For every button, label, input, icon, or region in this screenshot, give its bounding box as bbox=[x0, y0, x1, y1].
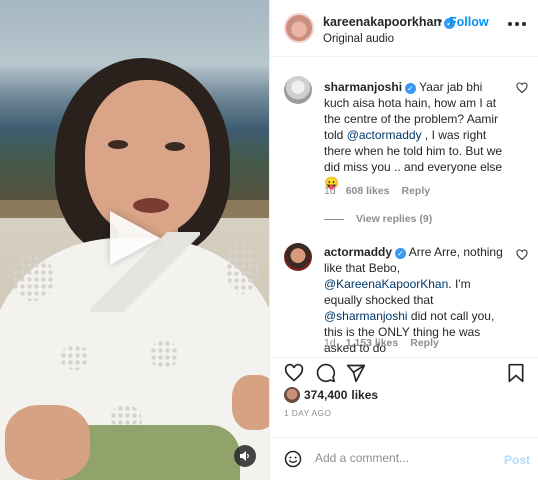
follow-button[interactable]: Follow bbox=[449, 15, 489, 29]
video-eye bbox=[108, 140, 128, 149]
add-comment-bar: Post bbox=[270, 437, 538, 480]
likes-label[interactable]: likes bbox=[351, 388, 378, 402]
view-replies-label[interactable]: View replies (9) bbox=[356, 213, 432, 225]
post-header: kareenakapoorkhan ✓ • Follow Original aud… bbox=[270, 0, 538, 57]
comment-time: 1d bbox=[324, 185, 336, 197]
commenter-avatar[interactable] bbox=[284, 76, 312, 104]
emoji-icon[interactable] bbox=[284, 450, 302, 468]
comment-likes[interactable]: 608 likes bbox=[346, 185, 390, 197]
heart-icon[interactable] bbox=[516, 82, 528, 94]
comments-list[interactable]: sharmanjoshi ✓ Yaar jab bhi kuch aisa hot… bbox=[270, 58, 538, 354]
comment-likes[interactable]: 1,153 likes bbox=[346, 337, 399, 349]
post-side-panel: kareenakapoorkhan ✓ • Follow Original aud… bbox=[269, 0, 538, 480]
video-eye bbox=[165, 142, 185, 151]
likes-count[interactable]: 374,400 bbox=[304, 388, 347, 402]
comment-time: 1d bbox=[324, 337, 336, 349]
save-bookmark-icon[interactable] bbox=[506, 363, 526, 383]
comment-text: sharmanjoshi ✓ Yaar jab bhi kuch aisa hot… bbox=[324, 79, 504, 191]
header-separator: • bbox=[438, 14, 443, 28]
comment-mention[interactable]: @KareenaKapoorKhan bbox=[324, 277, 448, 291]
play-icon[interactable] bbox=[110, 211, 160, 265]
video-lace bbox=[12, 255, 54, 301]
author-avatar[interactable] bbox=[284, 13, 314, 43]
post-timestamp[interactable]: 1 DAY AGO bbox=[284, 408, 331, 418]
author-username-text[interactable]: kareenakapoorkhan bbox=[323, 15, 441, 29]
commenter-username[interactable]: sharmanjoshi bbox=[324, 80, 402, 94]
liker-avatar bbox=[284, 387, 300, 403]
heart-icon[interactable] bbox=[516, 249, 528, 261]
post-comment-button[interactable]: Post bbox=[504, 453, 530, 467]
speaker-icon bbox=[240, 451, 249, 461]
video-hand bbox=[232, 375, 269, 430]
reply-button[interactable]: Reply bbox=[401, 185, 430, 197]
like-heart-icon[interactable] bbox=[284, 363, 304, 383]
author-username[interactable]: kareenakapoorkhan ✓ bbox=[323, 15, 456, 29]
video-hand bbox=[5, 405, 90, 480]
replies-divider bbox=[324, 218, 344, 220]
video-lace bbox=[150, 340, 178, 370]
commenter-avatar[interactable] bbox=[284, 243, 312, 271]
comment-mention[interactable]: @sharmanjoshi bbox=[324, 309, 408, 323]
verified-icon: ✓ bbox=[395, 248, 407, 259]
reply-button[interactable]: Reply bbox=[410, 337, 439, 349]
comment-icon[interactable] bbox=[316, 363, 336, 383]
video-lace bbox=[226, 242, 258, 294]
share-icon[interactable] bbox=[346, 363, 366, 383]
likes-summary[interactable]: 374,400 likes bbox=[284, 386, 378, 404]
verified-icon: ✓ bbox=[405, 83, 417, 94]
comment-meta: 1d 608 likes Reply bbox=[324, 185, 430, 197]
view-replies-button[interactable]: View replies (9) bbox=[324, 213, 432, 225]
comment-mention[interactable]: @actormaddy bbox=[347, 128, 422, 142]
comment-meta: 1d 1,153 likes Reply bbox=[324, 337, 439, 349]
comment-input[interactable] bbox=[315, 451, 485, 465]
post-actions bbox=[270, 357, 538, 387]
audio-toggle-button[interactable] bbox=[234, 445, 256, 467]
post-video[interactable] bbox=[0, 0, 269, 480]
more-options-icon[interactable] bbox=[508, 21, 526, 27]
audio-link[interactable]: Original audio bbox=[323, 33, 394, 45]
video-lace bbox=[60, 345, 90, 370]
commenter-username[interactable]: actormaddy bbox=[324, 245, 392, 259]
